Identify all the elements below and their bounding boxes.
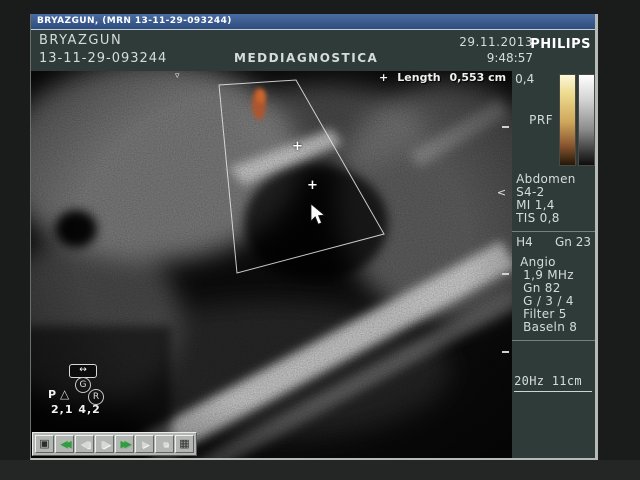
fast-forward-button[interactable]: ▶▶ bbox=[115, 435, 134, 453]
focus-marker-icon: < bbox=[497, 186, 506, 199]
step-forward-button[interactable]: ▮▶ bbox=[95, 435, 114, 453]
save-image-button[interactable]: ▣ bbox=[35, 435, 54, 453]
baseline-value: Baseln 8 bbox=[523, 320, 577, 334]
harmonic-gain-row: H4 Gn 23 bbox=[516, 235, 591, 249]
power-values: 2,1 4,2 bbox=[51, 403, 101, 416]
power-label: P bbox=[48, 388, 56, 401]
window-title-bar[interactable]: BRYAZGUN, (MRN 13-11-29-093244) bbox=[31, 14, 595, 30]
patient-id: 13-11-29-093244 bbox=[39, 51, 167, 66]
prf-label: PRF bbox=[529, 113, 553, 127]
tis-value: TIS 0,8 bbox=[516, 211, 560, 225]
measurement-label: Length bbox=[397, 71, 440, 84]
mi-value: MI 1,4 bbox=[516, 198, 555, 212]
doppler-color-bar bbox=[559, 74, 576, 166]
cine-toolbar: ▣ ◀◀ ◀▮ ▮▶ ▶▶ ▶ ■ ▦ bbox=[32, 432, 197, 456]
orientation-marker-icon: ▿ bbox=[175, 71, 180, 81]
measurement-readout: + Length 0,553 cm bbox=[379, 71, 506, 84]
exam-time: 9:48:57 bbox=[487, 51, 533, 65]
patient-name: BRYAZGUN bbox=[39, 33, 122, 48]
play-button[interactable]: ▶ bbox=[135, 435, 154, 453]
grid-view-button[interactable]: ▦ bbox=[175, 435, 194, 453]
measurement-value: 0,553 cm bbox=[450, 71, 507, 84]
depth-tick bbox=[502, 126, 509, 128]
stop-button[interactable]: ■ bbox=[155, 435, 174, 453]
main-content: + Length 0,553 cm ▿ + + < ↔ G P △ R 2,1 … bbox=[31, 71, 595, 458]
step-back-button[interactable]: ◀▮ bbox=[75, 435, 94, 453]
mode-label: Angio bbox=[520, 255, 556, 269]
rate-depth-row: 20Hz 11cm bbox=[514, 374, 582, 388]
depth-tick bbox=[502, 273, 509, 275]
caliper-point-1: + bbox=[292, 139, 303, 154]
rewind-button[interactable]: ◀◀ bbox=[55, 435, 74, 453]
rate-depth-underline bbox=[514, 391, 592, 392]
gain-2d-value: Gn 23 bbox=[555, 235, 591, 249]
facility-name: MEDDIAGNOSTICA bbox=[234, 51, 378, 65]
sidebar-divider bbox=[512, 231, 595, 232]
philips-logo: PHILIPS bbox=[530, 37, 591, 52]
caliper-marker-icon: + bbox=[379, 71, 388, 84]
g-badge: G bbox=[75, 377, 91, 393]
color-scale-value: 0,4 bbox=[515, 72, 534, 86]
gain-color-value: Gn 82 bbox=[523, 281, 561, 295]
frame-rate-value: 20Hz bbox=[514, 374, 544, 388]
exam-date: 29.11.2013 bbox=[459, 35, 533, 49]
settings-sidebar: 0,4 PRF Abdomen S4-2 MI 1,4 TIS 0,8 H4 G… bbox=[512, 71, 595, 458]
window-title: BRYAZGUN, (MRN 13-11-29-093244) bbox=[37, 16, 232, 26]
freeze-indicator-icon: ↔ bbox=[69, 364, 97, 378]
frequency-value: 1,9 MHz bbox=[523, 268, 574, 282]
app-window: BRYAZGUN, (MRN 13-11-29-093244) BRYAZGUN… bbox=[30, 14, 598, 460]
doppler-flow-blob bbox=[252, 88, 266, 120]
grayscale-bar bbox=[578, 74, 595, 166]
preset-label: Abdomen bbox=[516, 172, 576, 186]
header: BRYAZGUN 13-11-29-093244 MEDDIAGNOSTICA … bbox=[31, 30, 595, 71]
sidebar-divider bbox=[512, 340, 595, 341]
transducer-label: S4-2 bbox=[516, 185, 544, 199]
depth-value: 11cm bbox=[552, 374, 582, 388]
screen: BRYAZGUN, (MRN 13-11-29-093244) BRYAZGUN… bbox=[0, 0, 640, 480]
triangle-badge-icon: △ bbox=[60, 387, 69, 401]
ultrasound-image[interactable]: + Length 0,553 cm ▿ + + < ↔ G P △ R 2,1 … bbox=[31, 71, 512, 458]
harmonic-value: H4 bbox=[516, 235, 533, 249]
caliper-point-2: + bbox=[307, 178, 318, 193]
filter-value: Filter 5 bbox=[523, 307, 567, 321]
g-setting-value: G / 3 / 4 bbox=[523, 294, 574, 308]
depth-tick bbox=[502, 351, 509, 353]
